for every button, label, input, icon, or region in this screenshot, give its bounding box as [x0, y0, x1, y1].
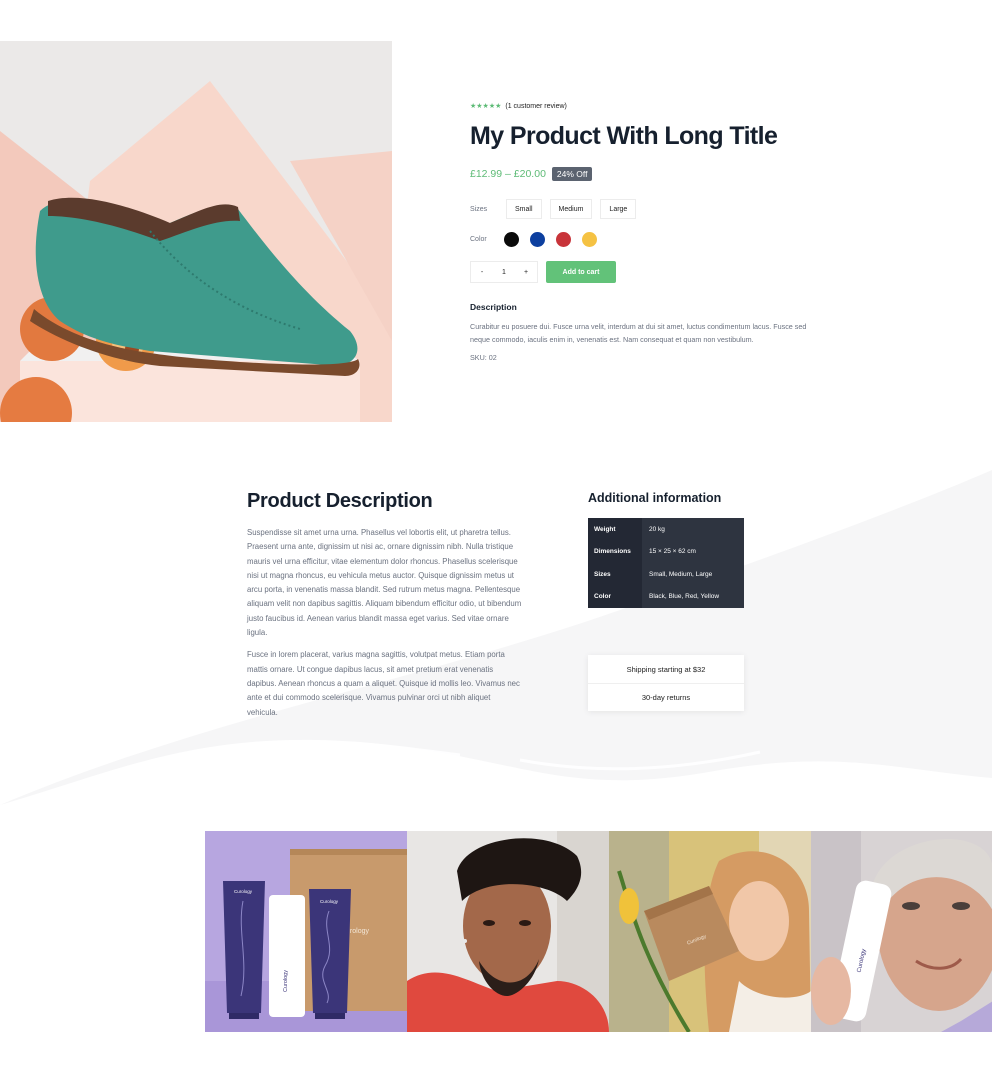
color-label: Color	[470, 235, 487, 243]
review-count-link[interactable]: (1 customer review)	[505, 103, 566, 110]
sizes-label: Sizes	[470, 205, 488, 213]
table-row: Color Black, Blue, Red, Yellow	[588, 585, 744, 608]
additional-information-section: Additional information Weight 20 kg Dime…	[588, 491, 748, 608]
table-key: Color	[588, 585, 642, 608]
product-description-paragraph: Suspendisse sit amet urna urna. Phasellu…	[247, 528, 522, 638]
gallery-image-man[interactable]	[407, 831, 609, 1032]
table-row: Sizes Small, Medium, Large	[588, 563, 744, 586]
size-option-small[interactable]: Small	[506, 199, 542, 219]
returns-info: 30-day returns	[588, 683, 744, 711]
additional-information-title: Additional information	[588, 491, 722, 505]
brand-text: Curology	[283, 970, 289, 992]
size-option-medium[interactable]: Medium	[549, 199, 593, 219]
description-heading: Description	[470, 302, 517, 312]
size-option-large[interactable]: Large	[600, 199, 637, 219]
table-row: Weight 20 kg	[588, 518, 744, 541]
gallery-image-woman-with-box[interactable]: Curology	[609, 831, 811, 1032]
image-gallery: Curology Curology Curology Curology Curo…	[205, 831, 992, 1032]
product-description-paragraph: Fusce in lorem placerat, varius magna sa…	[247, 650, 520, 717]
shipping-info: Shipping starting at $32	[626, 664, 706, 674]
color-options: Color	[470, 229, 820, 249]
size-options: Sizes Small Medium Large	[470, 199, 820, 219]
table-key: Sizes	[588, 563, 642, 586]
gallery-image-products[interactable]: Curology Curology Curology Curology	[205, 831, 407, 1032]
product-description-title: Product Description	[247, 490, 433, 512]
gallery-image-elderly-woman[interactable]: Curology	[811, 831, 992, 1032]
brand-text: Curology	[320, 899, 339, 904]
product-summary: ★★★★★ (1 customer review) My Product Wit…	[470, 100, 820, 362]
product-image[interactable]	[0, 41, 392, 422]
table-key: Weight	[588, 518, 642, 541]
description-text: Curabitur eu posuere dui. Fusce urna vel…	[470, 322, 807, 344]
table-value: Small, Medium, Large	[649, 570, 713, 578]
quantity-stepper: - 1 +	[470, 261, 538, 283]
product-description-section: Product Description Suspendisse sit amet…	[247, 490, 522, 720]
color-swatch-red[interactable]	[556, 231, 571, 247]
discount-badge: 24% Off	[551, 167, 593, 181]
table-value: 15 × 25 × 62 cm	[649, 548, 696, 556]
brand-text: Curology	[234, 889, 253, 894]
table-row: Dimensions 15 × 25 × 62 cm	[588, 540, 744, 563]
color-swatch-yellow[interactable]	[582, 231, 597, 247]
shipping-info-box: Shipping starting at $32 30-day returns	[588, 655, 744, 711]
add-to-cart-button[interactable]: Add to cart	[546, 261, 616, 283]
quantity-input[interactable]: 1	[493, 262, 515, 282]
star-rating-icon: ★★★★★	[470, 103, 502, 110]
product-price: £12.99 – £20.00	[470, 168, 546, 180]
product-rating[interactable]: ★★★★★ (1 customer review)	[470, 100, 820, 112]
quantity-increase-button[interactable]: +	[515, 262, 537, 282]
color-swatch-black[interactable]	[504, 231, 519, 247]
sku-text: SKU: 02	[470, 353, 497, 362]
color-swatch-blue[interactable]	[530, 231, 545, 247]
quantity-decrease-button[interactable]: -	[471, 262, 493, 282]
table-value: 20 kg	[649, 525, 665, 533]
additional-information-table: Weight 20 kg Dimensions 15 × 25 × 62 cm …	[588, 518, 744, 608]
table-value: Black, Blue, Red, Yellow	[649, 593, 720, 601]
product-title: My Product With Long Title	[470, 122, 778, 150]
table-key: Dimensions	[588, 540, 642, 563]
